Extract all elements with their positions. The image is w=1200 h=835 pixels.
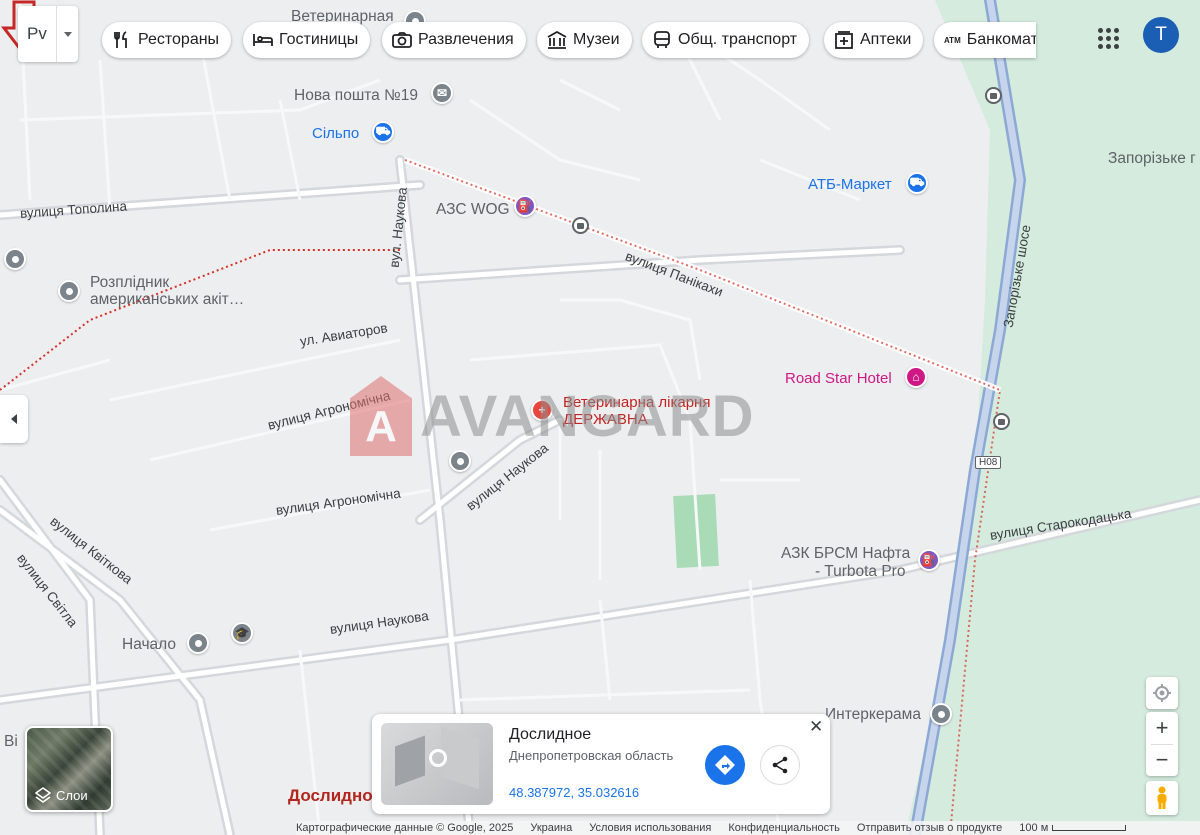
fork-knife-icon: [112, 30, 132, 50]
watermark-logo: A: [350, 376, 412, 456]
label-silpo[interactable]: Сільпо: [312, 125, 359, 142]
chip-transit[interactable]: Общ. транспорт: [642, 22, 810, 58]
chip-label: Гостиницы: [279, 31, 359, 48]
label-interkerama[interactable]: Интеркерама: [825, 706, 921, 724]
label-rozplidnyk[interactable]: Розплідник американських акіт…: [90, 274, 265, 308]
bus-stop-icon[interactable]: [572, 217, 589, 234]
shopping-cart-pin[interactable]: ⛟: [906, 172, 928, 194]
bus-icon: [652, 30, 672, 50]
chevron-down-icon[interactable]: [56, 6, 78, 62]
place-region: Днепропетровская область: [509, 748, 674, 763]
chip-label: Развлечения: [418, 31, 514, 48]
chevron-left-icon: [11, 414, 17, 424]
school-pin[interactable]: 🎓: [231, 622, 253, 644]
layers-label: Слои: [56, 787, 88, 803]
label-zaporizke-park: Запорізьке г: [1108, 150, 1196, 167]
map-footer: Картографические данные © Google, 2025 У…: [296, 821, 1200, 835]
footer-terms-link[interactable]: Условия использования: [589, 822, 711, 834]
zoom-out-button[interactable]: −: [1146, 744, 1178, 776]
place-coordinates[interactable]: 48.387972, 35.032616: [509, 785, 639, 800]
bus-stop-icon[interactable]: [985, 87, 1002, 104]
share-icon: [772, 756, 788, 774]
place-pin[interactable]: [930, 703, 952, 725]
scale-label: 100 м: [1019, 822, 1049, 834]
pharmacy-icon: [834, 30, 854, 50]
chip-atm[interactable]: ATM Банкоматы: [934, 22, 1036, 58]
footer-country: Украина: [530, 822, 573, 834]
chip-label: Банкоматы: [966, 31, 1036, 48]
street-view-pegman-button[interactable]: [1146, 781, 1178, 815]
atm-icon: ATM: [944, 35, 961, 45]
mail-pin[interactable]: ✉: [431, 82, 453, 104]
layers-button[interactable]: Слои: [25, 726, 113, 812]
place-name: Дослидное: [509, 726, 592, 743]
place-info-card[interactable]: Дослидное Днепропетровская область 48.38…: [372, 714, 830, 814]
language-code: Рv: [27, 24, 47, 43]
label-vi-partial: Ві: [4, 733, 18, 750]
chip-label: Общ. транспорт: [678, 31, 798, 48]
chip-entertainment[interactable]: Развлечения: [382, 22, 526, 58]
gas-station-pin[interactable]: ⛽: [918, 549, 940, 571]
directions-icon: [715, 755, 735, 775]
locality-doslidnoe-label[interactable]: Дослидно: [288, 786, 373, 806]
zoom-in-button[interactable]: +: [1146, 712, 1178, 744]
chip-label: Рестораны: [138, 31, 220, 48]
place-pin[interactable]: [58, 280, 80, 302]
share-button[interactable]: [760, 745, 800, 785]
shopping-cart-pin[interactable]: ⛟: [372, 121, 394, 143]
label-azk-brsm-line1[interactable]: АЗК БРСМ Нафта: [781, 545, 910, 563]
place-thumbnail[interactable]: [381, 723, 493, 805]
zoom-controls: + −: [1146, 712, 1178, 776]
location-pin-icon: [429, 749, 447, 767]
account-avatar[interactable]: T: [1143, 17, 1179, 53]
route-n08-shield: Н08: [975, 456, 1002, 469]
map-canvas[interactable]: Ветеринарная Нова пошта №19 Сільпо вулиц…: [0, 0, 1200, 835]
footer-attribution: Картографические данные © Google, 2025: [296, 822, 514, 834]
label-nachalo[interactable]: Начало: [122, 636, 176, 654]
watermark: A AVANGARD: [350, 375, 755, 457]
scale-bar[interactable]: 100 м: [1019, 822, 1127, 834]
museum-icon: [547, 30, 567, 50]
label-azk-brsm-line2[interactable]: - Turbota Pro: [815, 563, 905, 581]
label-road-star-hotel[interactable]: Road Star Hotel: [785, 370, 892, 387]
language-selector[interactable]: Рv: [18, 6, 78, 62]
footer-privacy-link[interactable]: Конфиденциальность: [728, 822, 840, 834]
my-location-button[interactable]: [1146, 677, 1178, 709]
chip-museums[interactable]: Музеи: [537, 22, 632, 58]
collapse-panel-button[interactable]: [0, 395, 28, 443]
chip-restaurants[interactable]: Рестораны: [102, 22, 232, 58]
crosshair-icon: [1153, 684, 1171, 702]
label-nova-poshta[interactable]: Нова пошта №19: [294, 87, 418, 105]
label-azs-wog[interactable]: АЗС WOG: [436, 201, 510, 219]
camera-icon: [392, 30, 412, 50]
layers-icon: [35, 787, 51, 803]
apps-grid-icon[interactable]: [1090, 20, 1122, 52]
gas-station-pin[interactable]: ⛽: [514, 195, 536, 217]
watermark-text: AVANGARD: [420, 383, 755, 449]
footer-feedback-link[interactable]: Отправить отзыв о продукте: [857, 822, 1002, 834]
place-pin[interactable]: [4, 248, 26, 270]
hotel-pin[interactable]: ⌂: [905, 366, 927, 388]
pegman-icon: [1157, 786, 1167, 809]
directions-button[interactable]: [705, 745, 745, 785]
chip-hotels[interactable]: Гостиницы: [243, 22, 371, 58]
bed-icon: [253, 30, 273, 50]
chip-label: Аптеки: [860, 31, 912, 48]
chip-label: Музеи: [573, 31, 620, 48]
bus-stop-icon[interactable]: [993, 413, 1010, 430]
close-icon[interactable]: ✕: [809, 717, 823, 737]
chip-pharmacies[interactable]: Аптеки: [824, 22, 924, 58]
label-atb[interactable]: АТБ-Маркет: [808, 176, 892, 193]
place-pin[interactable]: [187, 632, 209, 654]
